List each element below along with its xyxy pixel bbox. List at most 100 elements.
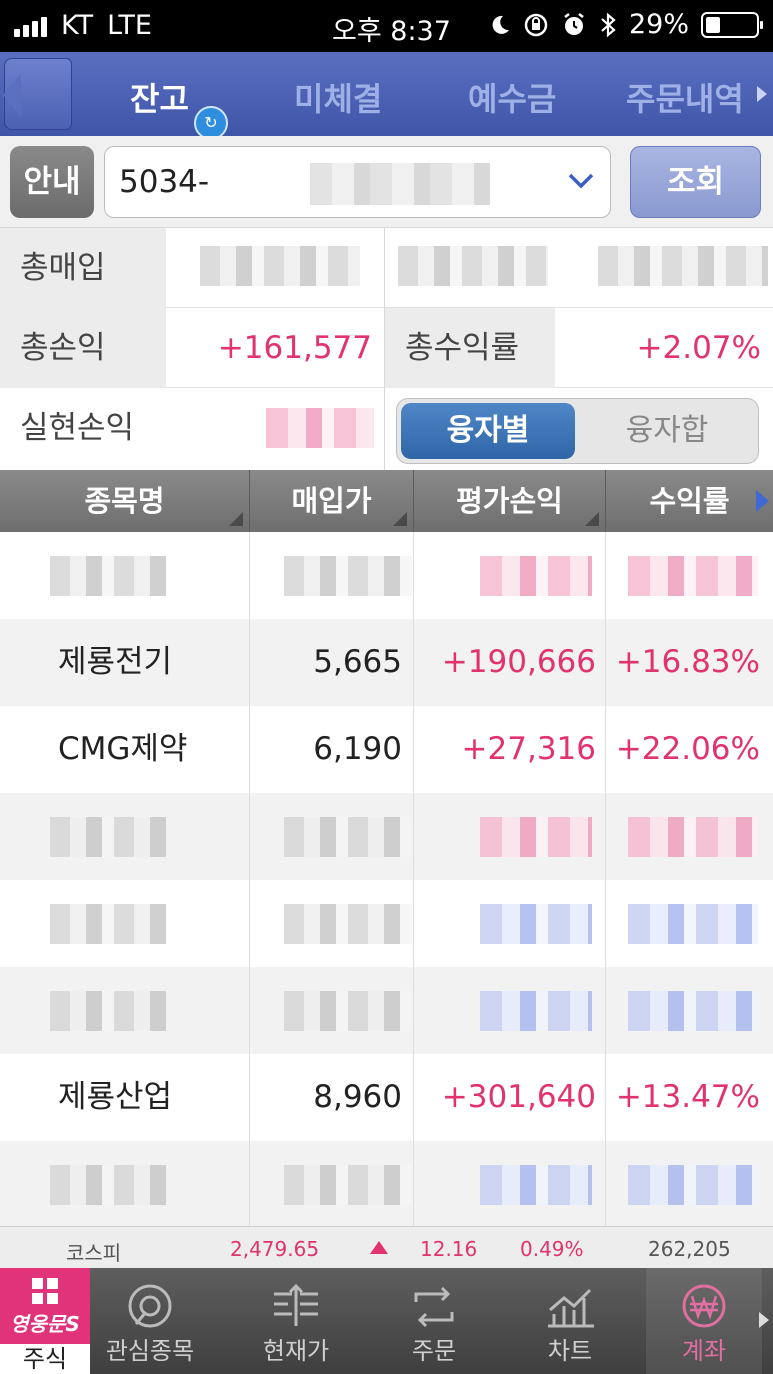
stock-name: 제룡전기 (58, 644, 173, 680)
bluetooth-icon (601, 12, 616, 37)
eval-pl: +27,316 (461, 731, 596, 767)
nav-home-stocks[interactable]: 영웅문S 주식 (0, 1268, 90, 1374)
column-header-pl[interactable]: 평가손익 (414, 470, 606, 532)
masked-cell (284, 817, 412, 857)
table-row[interactable]: 제룡산업 8,960 +301,640 +13.47% (0, 1054, 773, 1141)
margin-view-toggle[interactable]: 융자별 융자합 (396, 398, 759, 464)
segment-by-margin[interactable]: 융자별 (401, 403, 575, 459)
masked-value (200, 246, 360, 286)
column-header-name[interactable]: 종목명 (0, 470, 250, 532)
masked-cell (50, 991, 166, 1031)
masked-cell (628, 904, 758, 944)
table-scroll-right-icon[interactable] (756, 490, 769, 512)
tab-order-history[interactable]: 주문내역 (626, 74, 744, 120)
masked-cell (284, 1165, 412, 1205)
nav-current-price[interactable]: 현재가 (236, 1268, 356, 1374)
tab-deposit[interactable]: 예수금 (468, 74, 556, 120)
stock-name: 제룡산업 (58, 1079, 173, 1115)
eval-pl: +301,640 (441, 1079, 596, 1115)
masked-cell (628, 991, 758, 1031)
tab-unfilled[interactable]: 미체결 (294, 74, 382, 120)
brand-logo: 영웅문S (10, 1312, 80, 1336)
table-row[interactable]: CMG제약 6,190 +27,316 +22.06% (0, 706, 773, 793)
order-swap-icon (414, 1286, 454, 1328)
current-price-icon (274, 1283, 318, 1326)
masked-cell (628, 817, 758, 857)
masked-account-digits (310, 163, 490, 205)
nav-account[interactable]: 계좌 (646, 1268, 762, 1374)
masked-cell (480, 1165, 592, 1205)
battery-icon (701, 11, 763, 38)
nav-watchlist[interactable]: 관심종목 (92, 1268, 208, 1374)
total-pl-value: +161,577 (217, 330, 372, 366)
account-select[interactable]: 5034- (104, 146, 611, 218)
table-row[interactable] (0, 532, 773, 619)
return-rate: +13.47% (615, 1079, 760, 1115)
masked-value (398, 246, 548, 286)
return-rate: +22.06% (615, 731, 760, 767)
table-row[interactable] (0, 880, 773, 967)
nav-more-icon[interactable] (759, 1312, 769, 1328)
moon-icon (492, 15, 509, 34)
masked-cell (50, 1165, 166, 1205)
total-return-value: +2.07% (636, 330, 761, 366)
clock: 오후 8:37 (332, 16, 451, 47)
masked-cell (284, 991, 412, 1031)
masked-cell (480, 991, 592, 1031)
masked-cell (480, 904, 592, 944)
account-row: 안내 5034- 조회 (0, 136, 773, 228)
eval-pl: +190,666 (441, 644, 596, 680)
return-rate: +16.83% (615, 644, 760, 680)
masked-cell (480, 817, 592, 857)
segment-margin-sum[interactable]: 융자합 (579, 403, 755, 459)
nav-home-label: 주식 (0, 1344, 90, 1374)
refresh-badge-icon[interactable]: ↻ (194, 106, 228, 140)
table-row[interactable] (0, 793, 773, 880)
summary-row-pl: 총손익 +161,577 총수익률 +2.07% (0, 308, 773, 388)
summary-row-purchase: 총매입 (0, 228, 773, 308)
tab-bar: 잔고 ↻ 미체결 예수금 주문내역 (0, 52, 773, 140)
column-header-price[interactable]: 매입가 (250, 470, 414, 532)
tab-balance[interactable]: 잔고 (130, 74, 189, 120)
masked-cell (628, 1165, 758, 1205)
total-return-label: 총수익률 (385, 308, 555, 388)
purchase-price: 8,960 (313, 1079, 402, 1115)
won-coin-icon (682, 1284, 726, 1328)
purchase-price: 5,665 (313, 644, 402, 680)
purchase-price: 6,190 (313, 731, 402, 767)
total-purchase-label: 총매입 (0, 228, 166, 308)
masked-value (266, 408, 374, 448)
index-volume: 262,205 (648, 1237, 731, 1261)
realized-pl-label: 실현손익 (0, 388, 166, 468)
tab-scroll-right-icon[interactable] (757, 86, 767, 102)
column-header-rate[interactable]: 수익률 (606, 470, 773, 532)
table-row[interactable] (0, 967, 773, 1054)
table-row[interactable]: 제룡전기 5,665 +190,666 +16.83% (0, 619, 773, 706)
masked-value (598, 246, 768, 286)
menu-grid-icon (32, 1278, 58, 1304)
nav-chart[interactable]: 차트 (508, 1268, 632, 1374)
query-button[interactable]: 조회 (630, 146, 761, 218)
index-name: 코스피 (66, 1241, 122, 1265)
info-button[interactable]: 안내 (10, 146, 94, 218)
masked-cell (284, 556, 412, 596)
masked-cell (284, 904, 412, 944)
alarm-icon (564, 12, 584, 35)
masked-cell (628, 556, 758, 596)
index-ticker[interactable]: 코스피 2,479.65 12.16 0.49% 262,205 (0, 1226, 773, 1268)
stock-name: CMG제약 (58, 731, 188, 767)
account-number: 5034- (119, 164, 210, 200)
chart-icon (548, 1288, 594, 1328)
nav-order[interactable]: 주문 (374, 1268, 494, 1374)
index-change-pct: 0.49% (520, 1237, 584, 1261)
masked-cell (480, 556, 592, 596)
signal-icon (14, 15, 47, 37)
battery-percent: 29% (628, 9, 689, 40)
index-value: 2,479.65 (230, 1237, 320, 1261)
network-type: LTE (107, 10, 152, 41)
table-row[interactable] (0, 1141, 773, 1228)
carrier-name: KT (61, 10, 94, 41)
index-change: 12.16 (420, 1237, 478, 1261)
back-button[interactable] (3, 58, 72, 130)
rotation-lock-icon (524, 13, 548, 36)
